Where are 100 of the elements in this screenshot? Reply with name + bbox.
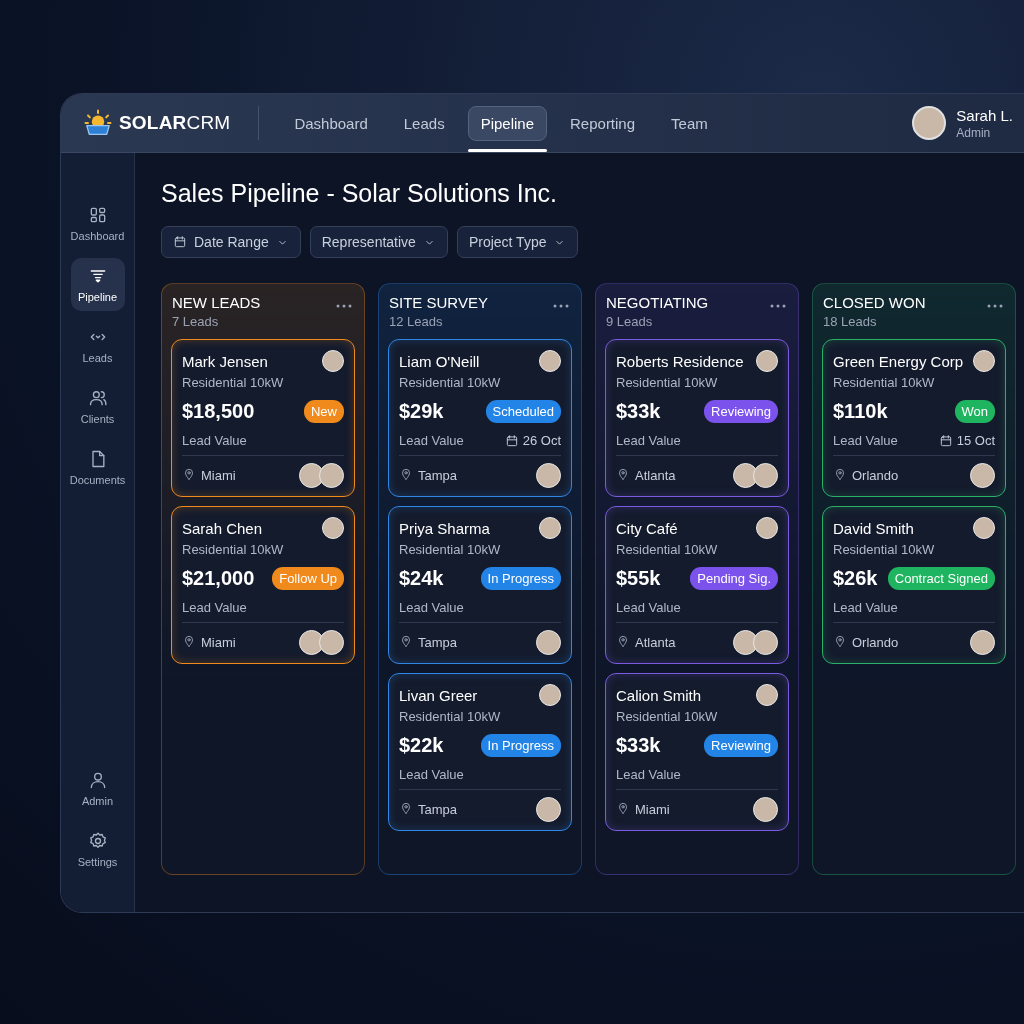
people-icon <box>87 388 108 408</box>
value-label: Lead Value <box>182 600 247 615</box>
lead-subtitle: Residential 10kW <box>616 375 719 390</box>
lead-card[interactable]: Liam O'Neill Residential 10kW $29k Scheduled Lead Value 26 Oct Tampa <box>388 339 572 497</box>
more-button[interactable] <box>551 302 571 310</box>
location-pin-icon <box>616 467 630 481</box>
lead-count: 18 Leads <box>823 314 878 329</box>
lead-name: Green Energy Corp <box>833 352 964 370</box>
location-pin-icon <box>833 467 847 481</box>
assignee-avatar <box>753 630 778 655</box>
nav-tab[interactable]: Pipeline <box>467 105 547 141</box>
sidebar-item[interactable]: Pipeline <box>70 258 125 311</box>
column-title: NEGOTIATING <box>606 294 709 311</box>
location: Miami <box>201 635 236 650</box>
more-button[interactable] <box>768 302 788 310</box>
nav-tab[interactable]: Team <box>658 105 721 141</box>
sidebar-item[interactable]: Leads <box>70 319 125 372</box>
location-pin-icon <box>616 634 630 648</box>
location: Tampa <box>418 802 458 817</box>
user-name: Sarah L. <box>956 106 1013 124</box>
lead-card[interactable]: David Smith Residential 10kW $26k Contract Signed Lead Value Orlando <box>822 506 1006 664</box>
due-date: 26 Oct <box>522 433 561 448</box>
value-label: Lead Value <box>616 433 681 448</box>
assignee-avatar <box>319 630 344 655</box>
status-badge: Reviewing <box>704 734 778 757</box>
more-button[interactable] <box>985 302 1005 310</box>
nav-tab[interactable]: Reporting <box>557 105 649 141</box>
sidebar-item[interactable]: Admin <box>70 762 125 815</box>
location-pin-icon <box>833 634 847 648</box>
due-date: 15 Oct <box>956 433 995 448</box>
avatar <box>973 350 995 372</box>
lead-value: $33k <box>616 734 661 757</box>
page-title: Sales Pipeline - Solar Solutions Inc. <box>161 179 559 208</box>
lead-card[interactable]: City Café Residential 10kW $55k Pending Sig. Lead Value Atlanta <box>605 506 789 664</box>
location-pin-icon <box>399 467 413 481</box>
location-pin-icon <box>399 801 413 815</box>
sidebar-item[interactable]: Settings <box>70 823 125 876</box>
avatar <box>322 517 344 539</box>
status-badge: Won <box>954 400 995 423</box>
lead-name: Liam O'Neill <box>399 352 480 370</box>
user-avatar[interactable] <box>912 106 947 140</box>
lead-card[interactable]: Priya Sharma Residential 10kW $24k In Progress Lead Value Tampa <box>388 506 572 664</box>
value-label: Lead Value <box>833 433 898 448</box>
lead-subtitle: Residential 10kW <box>182 542 285 557</box>
location: Orlando <box>852 635 899 650</box>
assignee-avatar <box>536 797 561 822</box>
assignee-avatar <box>536 630 561 655</box>
lead-value: $22k <box>399 734 444 757</box>
lead-value: $24k <box>399 567 444 590</box>
lead-value: $26k <box>833 567 878 590</box>
lead-card[interactable]: Livan Greer Residential 10kW $22k In Progress Lead Value Tampa <box>388 673 572 831</box>
lead-value: $21,000 <box>182 567 255 590</box>
filter-dropdown[interactable]: Date Range <box>161 226 301 258</box>
sidebar-item[interactable]: Documents <box>70 441 125 494</box>
assignee-avatar <box>970 630 995 655</box>
lead-card[interactable]: Roberts Residence Residential 10kW $33k Reviewing Lead Value Atlanta <box>605 339 789 497</box>
lead-name: City Café <box>616 519 678 537</box>
lead-card[interactable]: Sarah Chen Residential 10kW $21,000 Follow Up Lead Value Miami <box>171 506 355 664</box>
brand-logo: SOLARCRM <box>119 112 231 134</box>
filter-dropdown[interactable]: Project Type <box>456 226 579 258</box>
lead-subtitle: Residential 10kW <box>616 709 719 724</box>
lead-count: 12 Leads <box>389 314 444 329</box>
lead-card[interactable]: Mark Jensen Residential 10kW $18,500 New Lead Value Miami <box>171 339 355 497</box>
settings-icon <box>87 831 108 851</box>
value-label: Lead Value <box>399 767 464 782</box>
avatar <box>756 517 778 539</box>
sidebar-item[interactable]: Dashboard <box>70 197 125 250</box>
lead-value: $55k <box>616 567 661 590</box>
lead-value: $33k <box>616 400 661 423</box>
assignee-avatar <box>970 463 995 488</box>
lead-name: Roberts Residence <box>616 352 744 370</box>
sidebar-item[interactable]: Clients <box>70 380 125 433</box>
lead-subtitle: Residential 10kW <box>182 375 285 390</box>
avatar <box>539 517 561 539</box>
status-badge: New <box>304 400 344 423</box>
lead-subtitle: Residential 10kW <box>833 542 936 557</box>
lead-subtitle: Residential 10kW <box>399 375 502 390</box>
calendar-icon <box>504 433 519 448</box>
lead-subtitle: Residential 10kW <box>616 542 719 557</box>
lead-name: David Smith <box>833 519 914 537</box>
filter-dropdown[interactable]: Representative <box>309 226 448 258</box>
nav-tab[interactable]: Dashboard <box>281 105 381 141</box>
location: Tampa <box>418 468 458 483</box>
calendar-icon <box>938 433 953 448</box>
sun-panel-icon <box>83 108 113 138</box>
lead-name: Calion Smith <box>616 686 702 704</box>
location: Orlando <box>852 468 899 483</box>
value-label: Lead Value <box>399 600 464 615</box>
lead-name: Livan Greer <box>399 686 478 704</box>
more-button[interactable] <box>334 302 354 310</box>
location: Miami <box>635 802 670 817</box>
lead-card[interactable]: Green Energy Corp Residential 10kW $110k Won Lead Value 15 Oct Orlando <box>822 339 1006 497</box>
status-badge: Contract Signed <box>887 567 995 590</box>
lead-subtitle: Residential 10kW <box>833 375 936 390</box>
status-badge: Follow Up <box>272 567 344 590</box>
lead-name: Priya Sharma <box>399 519 490 537</box>
lead-card[interactable]: Calion Smith Residential 10kW $33k Reviewing Lead Value Miami <box>605 673 789 831</box>
location-pin-icon <box>616 801 630 815</box>
nav-tab[interactable]: Leads <box>390 105 458 141</box>
lead-name: Mark Jensen <box>182 352 268 370</box>
